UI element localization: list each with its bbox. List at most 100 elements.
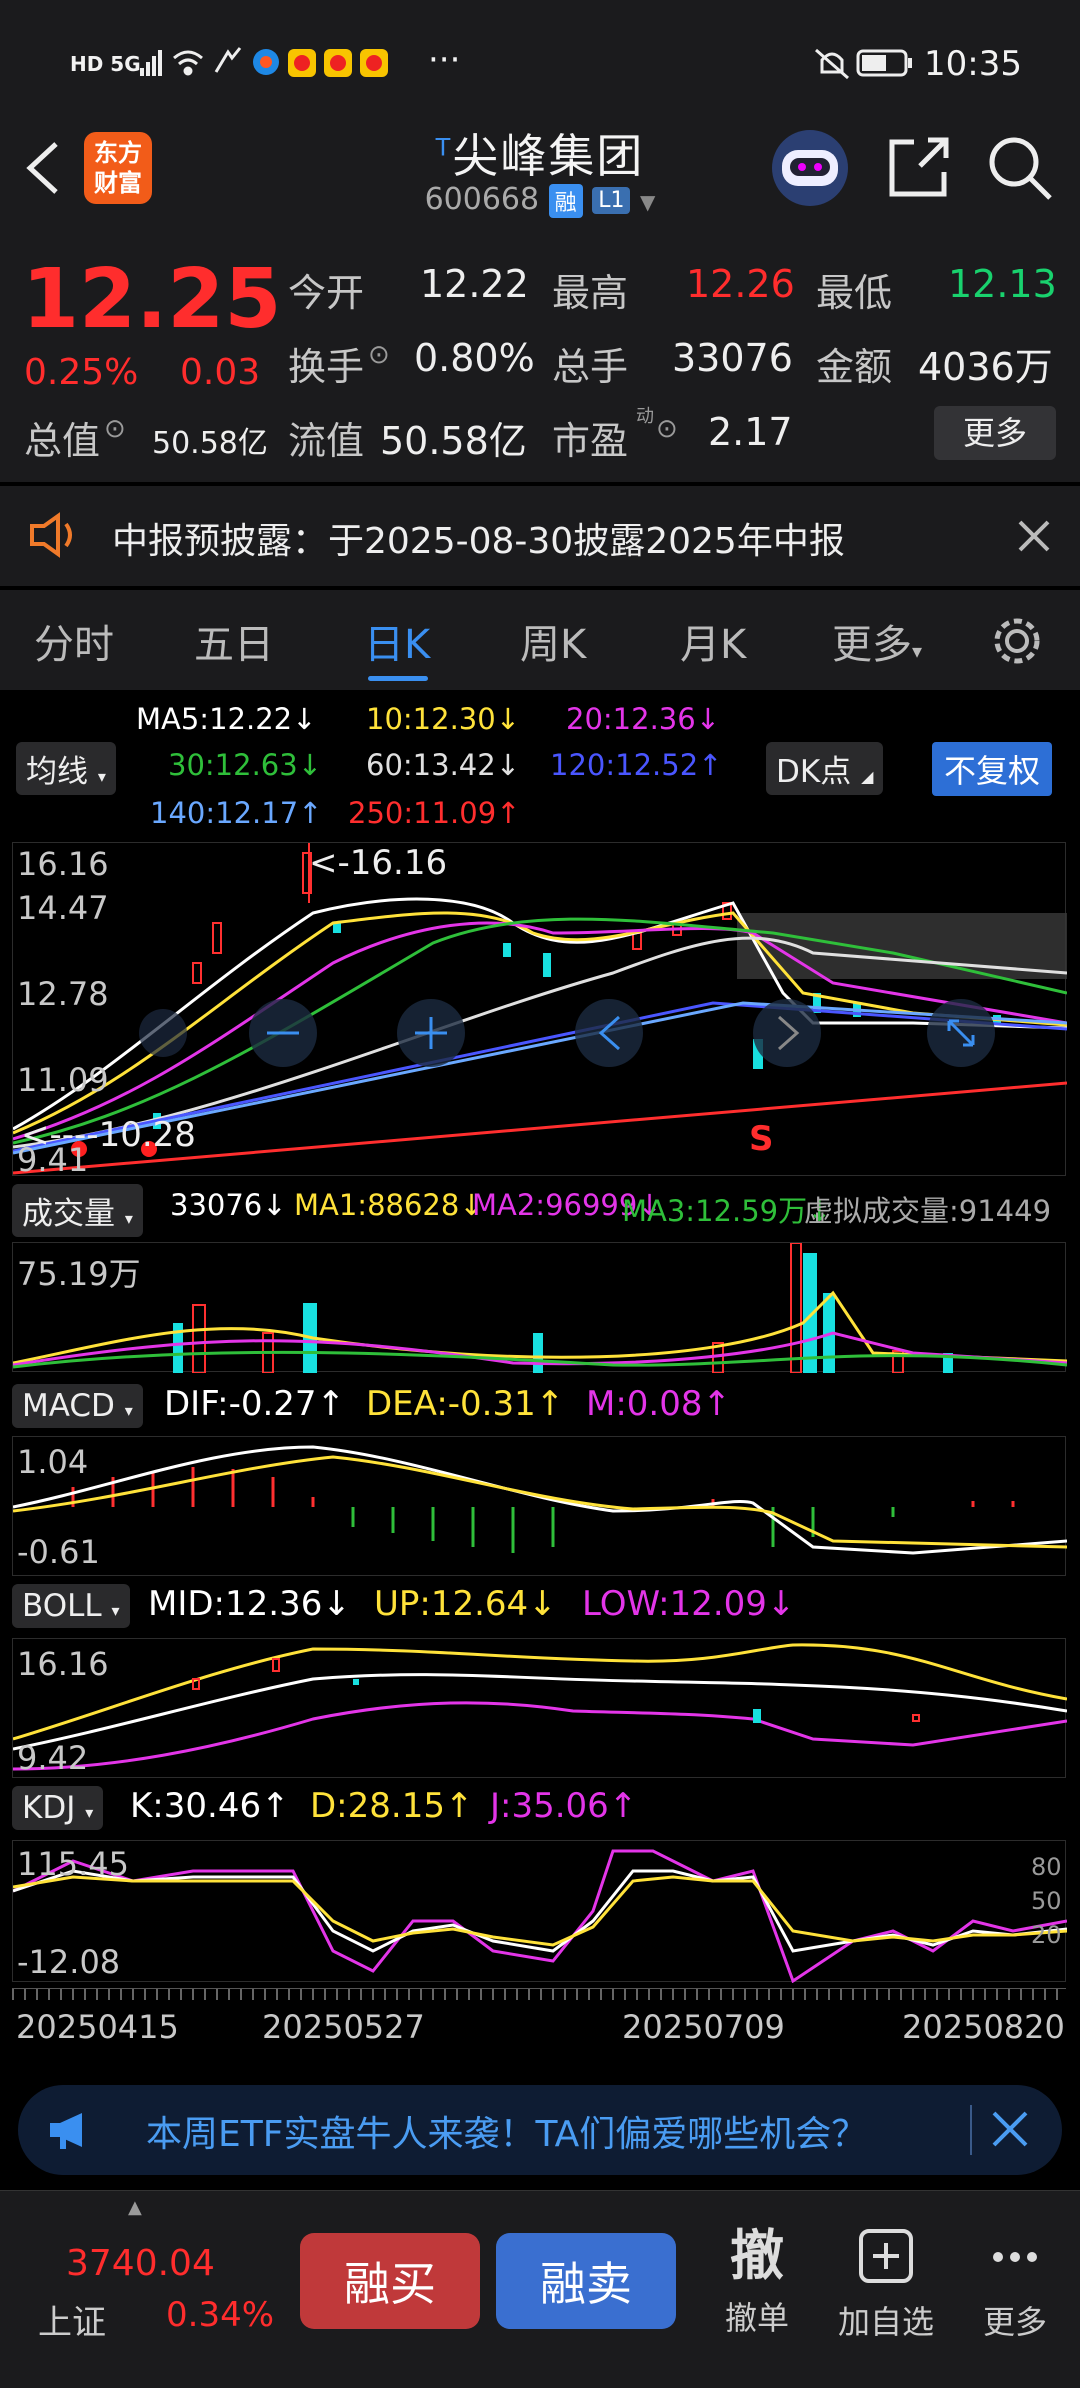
cancel-order-button[interactable]: 撤 撤单 <box>712 2227 802 2339</box>
tab-five-day[interactable]: 五日 <box>194 612 274 670</box>
add-watchlist-button[interactable]: 加自选 <box>834 2227 938 2343</box>
macd-dif: DIF:-0.27↑ <box>164 1384 346 1424</box>
boll-axis-top: 16.16 <box>17 1645 109 1683</box>
tab-daily-k[interactable]: 日K <box>364 612 430 670</box>
sell-signal-marker: S <box>749 1119 774 1159</box>
volume-indicator-selector[interactable]: 成交量 ▾ <box>12 1184 143 1237</box>
turnover-label: 换手 <box>288 345 365 389</box>
low-marker: <----10.28 <box>21 1115 196 1155</box>
index-name: 上证 <box>38 2303 106 2343</box>
ma30-legend: 30:12.63↓ <box>168 748 323 782</box>
tab-weekly-k[interactable]: 周K <box>520 612 586 670</box>
high-marker: <-16.16 <box>309 843 448 883</box>
volume-ma1: MA1:88628↓ <box>294 1188 484 1222</box>
pe-label: 市盈 <box>552 419 629 463</box>
boll-panel[interactable]: 16.16 9.42 <box>12 1638 1067 1778</box>
low-value: 12.13 <box>948 262 1057 306</box>
weibo-icon <box>360 49 388 77</box>
change-amount: 0.03 <box>180 352 261 393</box>
kdj-level-20: 20 <box>1031 1921 1062 1949</box>
margin-sell-button[interactable]: 融卖 <box>496 2233 676 2329</box>
macd-selector[interactable]: MACD ▾ <box>12 1384 143 1428</box>
boll-up: UP:12.64↓ <box>374 1584 557 1624</box>
macd-m: M:0.08↑ <box>586 1384 731 1424</box>
float-value: 50.58亿 <box>380 419 527 463</box>
chevron-down-icon: ▼ <box>640 190 656 214</box>
high-label: 最高 <box>552 271 629 315</box>
more-button[interactable]: 更多 <box>970 2227 1060 2343</box>
change-percent: 0.25% <box>24 352 139 393</box>
hd-5g-icon: HD 5G <box>70 52 141 76</box>
macd-axis-bottom: -0.61 <box>17 1533 100 1571</box>
indicator-selector[interactable]: 均线 ▾ <box>16 742 116 795</box>
settings-gear-icon[interactable] <box>990 614 1044 668</box>
tab-more-label: 更多 <box>832 622 912 668</box>
info-icon[interactable]: ⊙ <box>368 340 390 370</box>
status-icons <box>140 47 388 77</box>
tab-monthly-k[interactable]: 月K <box>680 612 746 670</box>
tab-more[interactable]: 更多▾ <box>832 612 922 670</box>
last-price: 12.25 <box>22 252 282 347</box>
volume-label: 总手 <box>552 345 629 389</box>
index-value[interactable]: 3740.04 <box>66 2243 215 2284</box>
volume-panel[interactable]: 75.19万 <box>12 1242 1067 1373</box>
info-icon[interactable]: ⊙ <box>104 414 126 444</box>
stock-code: 600668 <box>424 182 540 217</box>
more-quote-button[interactable]: 更多 <box>934 406 1056 460</box>
kdj-selector[interactable]: KDJ ▾ <box>12 1786 104 1830</box>
kdj-k: K:30.46↑ <box>130 1786 290 1826</box>
volume-value: 33076 <box>672 336 793 380</box>
margin-buy-button[interactable]: 融买 <box>300 2233 480 2329</box>
volume-axis-top: 75.19万 <box>17 1255 141 1293</box>
banner-divider <box>970 2105 972 2155</box>
pe-sup: 动 <box>636 406 654 427</box>
ma60-legend: 60:13.42↓ <box>366 748 521 782</box>
search-icon[interactable] <box>984 132 1056 204</box>
info-icon[interactable]: ⊙ <box>656 414 678 444</box>
kdj-panel[interactable]: 115.45 -12.08 80 50 20 <box>12 1840 1067 1983</box>
notice-text: 中报预披露：于2025-08-30披露2025年中报 <box>112 521 845 562</box>
add-square-icon <box>859 2229 913 2283</box>
price-axis-high: 16.16 <box>17 845 109 883</box>
float-label: 流值 <box>288 419 365 463</box>
boll-chart <box>13 1643 1067 1771</box>
pe-value: 2.17 <box>708 410 793 454</box>
more-dots-icon: ··· <box>428 40 461 80</box>
share-icon[interactable] <box>884 132 954 202</box>
price-panel[interactable]: 16.16 14.47 12.78 11.09 9.41 <-16.16 <--… <box>12 842 1067 1179</box>
stock-name: 尖峰集团 <box>452 129 645 183</box>
kdj-d: D:28.15↑ <box>310 1786 474 1826</box>
kdj-level-50: 50 <box>1031 1887 1062 1915</box>
promo-banner[interactable]: 本周ETF实盘牛人来袭！TA们偏爱哪些机会？ <box>18 2085 1062 2175</box>
price-axis-3: 12.78 <box>17 975 109 1013</box>
more-label: 更多 <box>982 2303 1047 2341</box>
weibo-icon <box>288 49 316 77</box>
high-value: 12.26 <box>686 262 795 306</box>
kdj-axis-bottom: -12.08 <box>17 1943 121 1981</box>
macd-axis-top: 1.04 <box>17 1443 89 1481</box>
notice-bar[interactable]: 中报预披露：于2025-08-30披露2025年中报 <box>0 486 1080 586</box>
cancel-label: 撤单 <box>724 2299 789 2337</box>
open-label: 今开 <box>288 271 365 315</box>
active-tab-indicator <box>368 676 428 681</box>
battery-icon <box>856 49 912 77</box>
date-label-1: 20250415 <box>16 2008 179 2046</box>
dk-point-selector[interactable]: DK点 ◢ <box>766 742 884 795</box>
more-dots-icon <box>993 2252 1037 2262</box>
adjust-toggle[interactable]: 不复权 <box>932 742 1053 796</box>
price-axis-4: 11.09 <box>17 1061 109 1099</box>
close-icon[interactable] <box>1016 518 1052 554</box>
mktcap-label: 总值 <box>24 419 101 463</box>
status-bar: HD 5G ··· 10:35 <box>0 0 1080 120</box>
caret-up-icon[interactable]: ▲ <box>128 2197 142 2218</box>
mktcap-value: 50.58亿 <box>152 426 268 461</box>
signal-icon <box>140 50 162 76</box>
wifi-icon <box>173 50 203 76</box>
close-icon[interactable] <box>990 2109 1030 2149</box>
kline-chart-area[interactable]: MA5:12.22↓ 10:12.30↓ 20:12.36↓ 均线 ▾ 30:1… <box>0 692 1080 2062</box>
robot-avatar-icon[interactable] <box>768 126 852 210</box>
tab-intraday[interactable]: 分时 <box>34 612 114 670</box>
macd-panel[interactable]: 1.04 -0.61 <box>12 1436 1067 1576</box>
date-label-3: 20250709 <box>622 2008 785 2046</box>
boll-selector[interactable]: BOLL ▾ <box>12 1584 130 1628</box>
